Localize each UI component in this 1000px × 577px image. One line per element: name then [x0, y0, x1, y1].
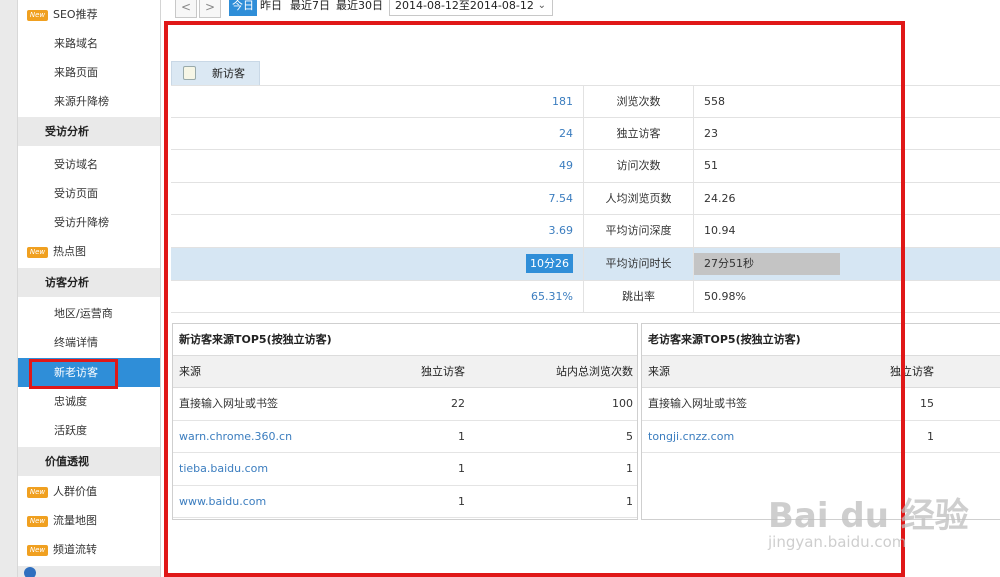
sidebar-item-label: SEO推荐 — [53, 8, 98, 21]
sidebar-item[interactable]: 受访页面 — [18, 179, 160, 208]
sidebar-item[interactable]: 受访域名 — [18, 150, 160, 179]
sidebar-item-label: 价值透视 — [45, 455, 89, 468]
sidebar-item[interactable]: New 人群价值 — [18, 477, 160, 506]
next-arrow-icon[interactable]: > — [199, 0, 221, 18]
range-link[interactable]: 最近30日 — [336, 0, 383, 16]
date-toolbar: < > 今日 昨日 最近7日 最近30日 2014-08-12至2014-08-12 … — [161, 0, 1000, 18]
sidebar-item[interactable]: 忠诚度 — [18, 387, 160, 416]
sidebar-item-label: 受访升降榜 — [54, 216, 109, 229]
sidebar-item[interactable]: New 流量地图 — [18, 506, 160, 535]
sidebar-item-label: 人群价值 — [53, 485, 97, 498]
sidebar-item-label: 忠诚度 — [54, 395, 87, 408]
sidebar-item[interactable]: New SEO推荐 — [18, 0, 160, 29]
left-edge-strip — [0, 0, 18, 577]
sidebar-selection-annotation — [29, 359, 118, 389]
sidebar-item-label: 地区/运营商 — [54, 307, 113, 320]
sidebar-section-partial — [18, 566, 160, 577]
range-link[interactable]: 昨日 — [260, 0, 282, 16]
new-badge: New — [27, 515, 48, 527]
range-link[interactable]: 最近7日 — [290, 0, 330, 16]
date-range-value: 2014-08-12至2014-08-12 — [395, 0, 534, 12]
prev-arrow-icon[interactable]: < — [175, 0, 197, 18]
sidebar-section-header: 价值透视 — [18, 447, 160, 476]
new-badge: New — [27, 544, 48, 556]
sidebar-item[interactable]: 终端详情 — [18, 328, 160, 357]
baidu-jingyan-watermark: Bai du 经验 jingyan.baidu.com — [768, 488, 998, 568]
date-range-select[interactable]: 2014-08-12至2014-08-12 ⌄ — [389, 0, 553, 16]
sidebar-item-label: 来路页面 — [54, 66, 98, 79]
sidebar-item[interactable]: New 频道流转 — [18, 535, 160, 564]
sidebar-item-label: 来路域名 — [54, 37, 98, 50]
sidebar-item-label: 活跃度 — [54, 424, 87, 437]
sidebar-item[interactable]: 来路页面 — [18, 58, 160, 87]
sidebar-item-label: 终端详情 — [54, 336, 98, 349]
sidebar-section-header: 访客分析 — [18, 268, 160, 297]
sidebar: New SEO推荐来路域名来路页面来源升降榜受访分析受访域名受访页面受访升降榜 Ne… — [18, 0, 161, 577]
watermark-line2: jingyan.baidu.com — [768, 533, 907, 551]
sidebar-item-label: 流量地图 — [53, 514, 97, 527]
sidebar-item-label: 来源升降榜 — [54, 95, 109, 108]
sidebar-section-header: 受访分析 — [18, 117, 160, 146]
sidebar-item[interactable]: New 热点图 — [18, 237, 160, 266]
sidebar-item-label: 频道流转 — [53, 543, 97, 556]
tool-icon — [24, 567, 36, 577]
sidebar-item[interactable]: 受访升降榜 — [18, 208, 160, 237]
sidebar-item-label: 受访分析 — [45, 125, 89, 138]
watermark-line1: Bai du 经验 — [768, 496, 969, 536]
sidebar-item-label: 热点图 — [53, 245, 86, 258]
sidebar-item-label: 受访页面 — [54, 187, 98, 200]
new-badge: New — [27, 246, 48, 258]
sidebar-item-label: 访客分析 — [45, 276, 89, 289]
sidebar-item[interactable]: 来路域名 — [18, 29, 160, 58]
sidebar-item[interactable]: 活跃度 — [18, 416, 160, 445]
chevron-down-icon: ⌄ — [537, 0, 546, 11]
new-badge: New — [27, 9, 48, 21]
sidebar-item[interactable]: 来源升降榜 — [18, 87, 160, 116]
sidebar-item-label: 受访域名 — [54, 158, 98, 171]
sidebar-item[interactable]: 地区/运营商 — [18, 299, 160, 328]
new-badge: New — [27, 486, 48, 498]
range-link[interactable]: 今日 — [229, 0, 257, 16]
